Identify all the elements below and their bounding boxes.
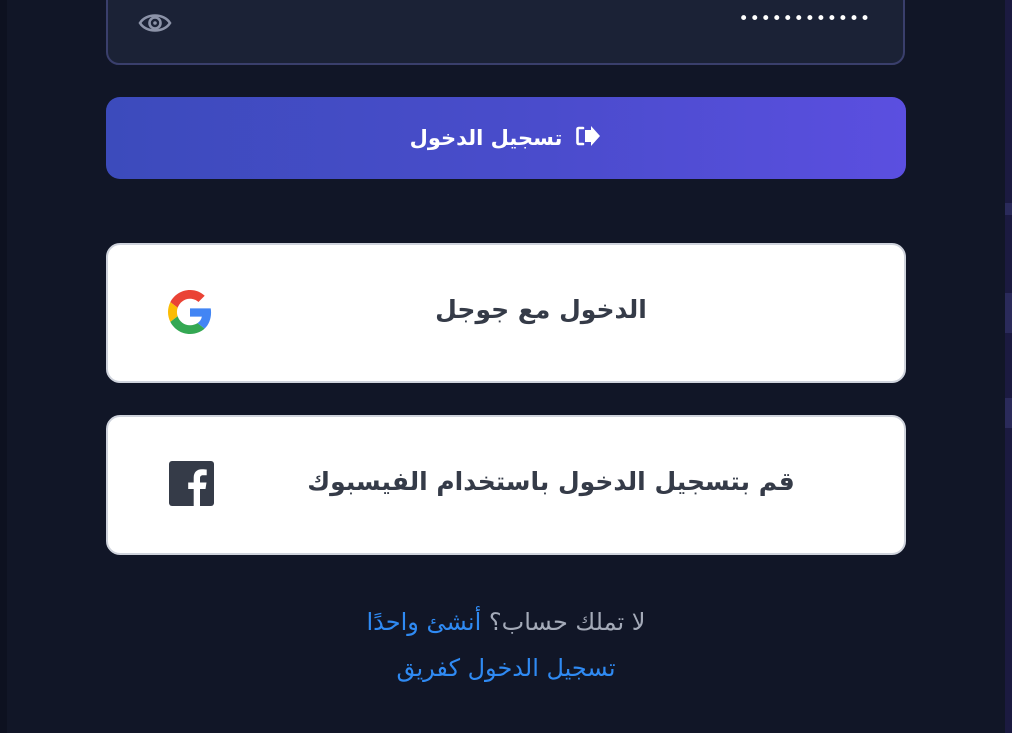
password-value: •••••••••••• (738, 9, 871, 29)
sign-in-icon (576, 125, 602, 151)
facebook-login-label: قم بتسجيل الدخول باستخدام الفيسبوك (307, 467, 795, 496)
team-login-link[interactable]: تسجيل الدخول كفريق (0, 654, 1012, 682)
eye-icon[interactable] (138, 8, 172, 38)
login-button[interactable]: تسجيل الدخول (106, 97, 906, 179)
scrollbar-mark (1005, 293, 1012, 333)
login-button-label: تسجيل الدخول (409, 126, 563, 150)
facebook-login-button[interactable]: قم بتسجيل الدخول باستخدام الفيسبوك (106, 415, 906, 555)
signup-prompt-text: لا تملك حساب؟ (488, 608, 646, 636)
scrollbar-mark (1005, 398, 1012, 428)
google-login-button[interactable]: الدخول مع جوجل (106, 243, 906, 383)
signup-prompt-row: لا تملك حساب؟ أنشئ واحدًا (0, 608, 1012, 636)
create-account-link[interactable]: أنشئ واحدًا (367, 608, 482, 636)
password-field[interactable]: •••••••••••• (106, 0, 905, 65)
google-login-label: الدخول مع جوجل (435, 295, 647, 324)
scrollbar-mark (1005, 203, 1012, 215)
